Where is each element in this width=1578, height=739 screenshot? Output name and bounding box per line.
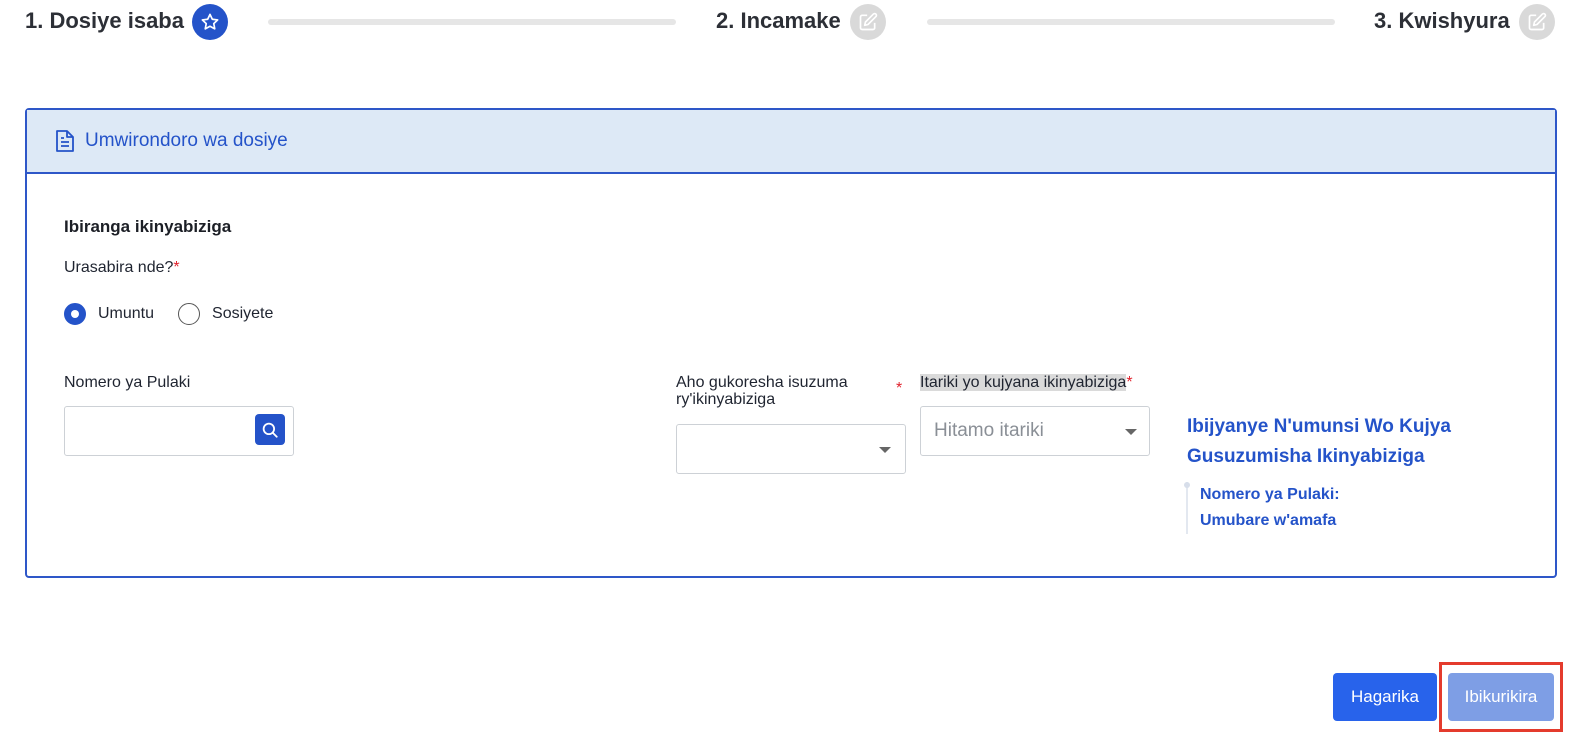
date-label: Itariki yo kujyana ikinyabiziga — [920, 374, 1127, 391]
edit-icon[interactable] — [1519, 4, 1555, 40]
card-title: Umwirondoro wa dosiye — [85, 130, 288, 151]
cancel-button[interactable]: Hagarika — [1333, 673, 1437, 721]
progress-stepper: 1. Dosiye isaba 2. Incamake 3. Kwishyura — [0, 0, 1578, 44]
file-details-card: Umwirondoro wa dosiye Ibiranga ikinyabiz… — [25, 108, 1557, 578]
inspection-location-label: Aho gukoresha isuzuma ry'ikinyabiziga — [676, 374, 848, 408]
step-2-title: 2. Incamake — [716, 8, 841, 33]
inspection-info-title: Ibijyanye N'umunsi Wo Kujya Gusuzumisha … — [1187, 416, 1451, 467]
radio-label: Umuntu — [98, 305, 155, 322]
search-button[interactable] — [255, 414, 285, 445]
required-mark: * — [173, 259, 180, 276]
step-3-title: 3. Kwishyura — [1374, 8, 1510, 33]
date-placeholder: Hitamo itariki — [934, 420, 1044, 441]
info-plate-label: Nomero ya Pulaki: — [1200, 486, 1340, 503]
plate-label: Nomero ya Pulaki — [64, 374, 191, 391]
search-icon — [262, 422, 278, 438]
highlight-frame — [1439, 662, 1563, 732]
radio-sosiyete[interactable]: Sosiyete — [178, 303, 273, 325]
section-title: Ibiranga ikinyabiziga — [64, 217, 232, 236]
chevron-down-icon — [1125, 429, 1137, 435]
plate-search-input[interactable] — [64, 406, 294, 456]
applicant-type-radio-group: Umuntu Sosiyete — [64, 303, 297, 325]
info-dot — [1184, 482, 1190, 488]
radio-umuntu[interactable]: Umuntu — [64, 303, 154, 325]
required-mark: * — [1126, 374, 1133, 391]
applicant-question-label: Urasabira nde?* — [64, 259, 180, 277]
info-divider — [1186, 482, 1188, 534]
radio-label: Sosiyete — [212, 305, 274, 322]
step-1-title: 1. Dosiye isaba — [25, 8, 184, 33]
step-connector-1 — [268, 19, 676, 25]
card-header: Umwirondoro wa dosiye — [27, 110, 1555, 174]
radio-checked-icon — [64, 303, 86, 325]
radio-unchecked-icon — [178, 303, 201, 325]
info-safety-label: Umubare w'amafa — [1200, 512, 1337, 529]
date-select[interactable]: Hitamo itariki — [920, 406, 1150, 456]
star-icon[interactable] — [192, 4, 228, 40]
chevron-down-icon — [879, 447, 891, 453]
edit-icon[interactable] — [850, 4, 886, 40]
date-label-wrap: Itariki yo kujyana ikinyabiziga* — [920, 374, 1133, 392]
required-mark: * — [896, 380, 903, 397]
inspection-location-select[interactable] — [676, 424, 906, 474]
document-icon — [55, 129, 75, 153]
applicant-question-text: Urasabira nde? — [64, 259, 174, 276]
step-connector-2 — [927, 19, 1335, 25]
